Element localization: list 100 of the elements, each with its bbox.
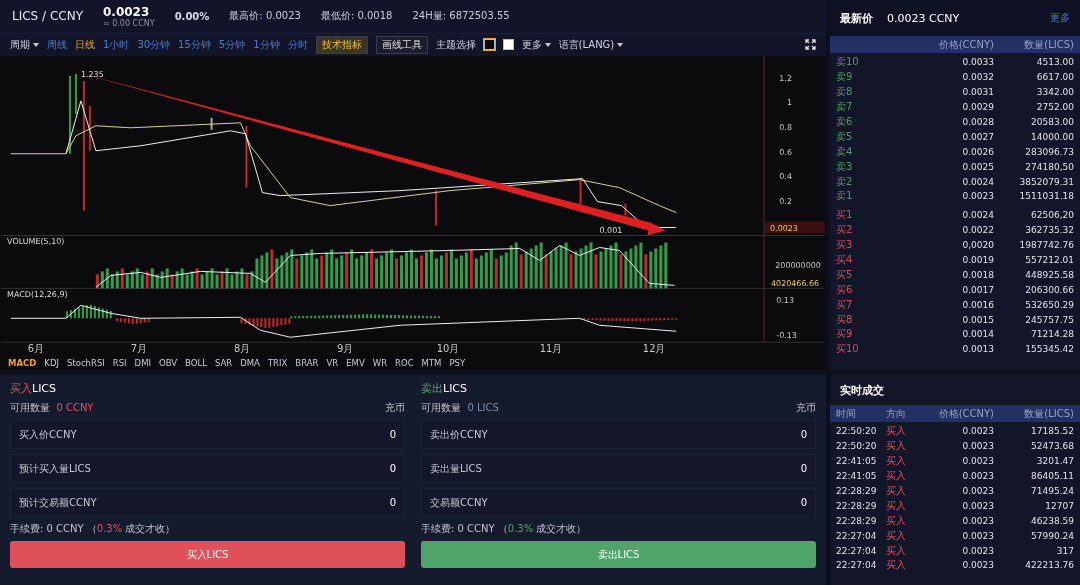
order-price: 0.0017 xyxy=(961,284,994,295)
market-stat: 最低价: 0.0018 xyxy=(320,9,393,24)
period-tab[interactable]: 1小时 xyxy=(103,37,130,52)
indicator-tab[interactable]: BRAR xyxy=(295,357,319,368)
order-level: 卖4 xyxy=(836,144,854,159)
period-tab[interactable]: 30分钟 xyxy=(137,37,171,52)
trade-price: 0.0023 xyxy=(961,456,994,467)
trade-price: 0.0023 xyxy=(961,471,994,482)
trading-pair: LICS / CCNY xyxy=(12,9,83,24)
language-dropdown[interactable]: 语言(LANG) xyxy=(558,37,615,52)
trade-price: 0.0023 xyxy=(961,560,994,571)
month-label: 7月 xyxy=(130,343,148,355)
fee-note: 手续费: 0 CCNY （0.3% 成交才收） xyxy=(10,522,177,536)
indicator-tab[interactable]: WR xyxy=(372,357,388,368)
indicator-tab[interactable]: StochRSI xyxy=(67,357,105,368)
trade-time: 22:50:20 xyxy=(836,441,878,452)
trade-side: 买入 xyxy=(886,513,907,528)
caret-icon xyxy=(544,42,551,47)
trade-side: 买入 xyxy=(886,484,907,498)
indicator-tab[interactable]: RSI xyxy=(112,357,127,368)
fullscreen-icon[interactable] xyxy=(805,39,816,51)
column-header: 时间 xyxy=(836,406,857,421)
order-level: 买2 xyxy=(836,223,854,238)
trade-amount: 71495.24 xyxy=(1030,486,1074,496)
indicator-tab[interactable]: EMV xyxy=(346,357,365,368)
tool-button[interactable]: 画线工具 xyxy=(375,35,428,54)
period-tab[interactable]: 周线 xyxy=(47,37,67,52)
period-tab[interactable]: 5分钟 xyxy=(218,37,246,52)
amount-field[interactable]: 预计交易额CCNY 0 xyxy=(10,488,405,517)
indicator-tab[interactable]: MTM xyxy=(421,357,442,368)
order-level: 买10 xyxy=(836,342,860,357)
period-dropdown[interactable]: 周期 xyxy=(10,37,30,52)
indicator-tab[interactable]: OBV xyxy=(159,357,178,368)
order-amount: 1987742.76 xyxy=(1018,240,1074,251)
indicator-tab[interactable]: BOLL xyxy=(185,357,207,368)
deposit-link[interactable]: 充币 xyxy=(796,401,816,415)
indicator-tab[interactable]: DMA xyxy=(240,357,260,368)
order-level: 卖9 xyxy=(836,70,854,85)
order-price: 0.0027 xyxy=(961,131,994,142)
trade-side: 买入 xyxy=(886,528,907,543)
price-axis-label: 1.2 xyxy=(779,73,792,83)
indicator-tab[interactable]: MACD xyxy=(8,357,37,368)
amount-field[interactable]: 预计买入量LICS 0 xyxy=(10,454,405,483)
order-price: 0.0024 xyxy=(961,176,994,187)
trade-side: 买入 xyxy=(886,454,907,469)
macd-axis-label: -0.13 xyxy=(776,331,797,341)
trade-amount: 3201.47 xyxy=(1035,456,1074,467)
period-tab[interactable]: 日线 xyxy=(75,37,95,52)
indicator-tab[interactable]: PSY xyxy=(449,357,466,368)
order-amount: 20583.00 xyxy=(1030,117,1074,127)
order-level: 买1 xyxy=(836,208,854,223)
fee-note: 手续费: 0 CCNY （0.3% 成交才收） xyxy=(421,522,588,536)
more-link[interactable]: 更多 xyxy=(1050,11,1070,25)
price-conversion: ≈ 0.00 CCNY xyxy=(102,18,155,28)
period-tab[interactable]: 15分钟 xyxy=(178,37,211,52)
indicator-tab[interactable]: KDJ xyxy=(44,357,59,368)
order-amount: 4513.00 xyxy=(1035,57,1074,68)
month-label: 11月 xyxy=(539,343,563,355)
indicator-tab[interactable]: DMI xyxy=(134,357,151,368)
volume-title: VOLUME(5,10) xyxy=(7,237,65,247)
month-label: 6月 xyxy=(27,343,45,355)
order-price: 0.0024 xyxy=(961,210,994,221)
period-tab[interactable]: 1分钟 xyxy=(253,37,280,52)
amount-field[interactable]: 交易额CCNY 0 xyxy=(421,488,816,517)
order-amount: 6617.00 xyxy=(1035,72,1074,83)
tool-button[interactable]: 技术指标 xyxy=(315,35,368,54)
order-amount: 1511031.18 xyxy=(1018,191,1074,202)
order-level: 卖7 xyxy=(836,100,854,115)
volume-axis-label: 200000000 xyxy=(775,261,821,271)
order-level: 买9 xyxy=(836,327,854,342)
buy-button[interactable]: 买入LICS xyxy=(10,541,405,568)
amount-field[interactable]: 卖出量LICS 0 xyxy=(421,454,816,483)
amount-field[interactable]: 卖出价CCNY 0 xyxy=(421,420,816,449)
high-price-tag: 1.235 xyxy=(80,69,104,79)
order-price: 0,0020 xyxy=(961,240,994,251)
order-level: 买7 xyxy=(836,297,854,312)
period-tab[interactable]: 分时 xyxy=(287,37,308,52)
indicator-tab[interactable]: SAR xyxy=(214,357,233,368)
candle xyxy=(210,117,213,130)
volume-last-label: 4020466.66 xyxy=(771,279,820,289)
indicator-tab[interactable]: ROC xyxy=(395,357,414,368)
trade-time: 22:27:04 xyxy=(836,530,878,541)
order-price: 0.0029 xyxy=(961,102,994,113)
indicator-tab[interactable]: TRIX xyxy=(267,357,288,368)
column-header: 方向 xyxy=(886,406,907,421)
order-level: 卖3 xyxy=(836,159,854,174)
macd-axis-label: 0.13 xyxy=(776,296,794,306)
column-header: 数量(LICS) xyxy=(1023,37,1074,52)
theme-swatch[interactable] xyxy=(502,39,514,51)
order-level: 买3 xyxy=(836,238,854,253)
order-level: 卖10 xyxy=(836,55,860,70)
trade-amount: 46238.59 xyxy=(1030,515,1074,526)
indicator-tab[interactable]: VR xyxy=(326,357,339,368)
order-price: 0.0028 xyxy=(961,117,994,127)
more-dropdown[interactable]: 更多 xyxy=(521,37,542,52)
deposit-link[interactable]: 充币 xyxy=(385,401,405,415)
order-book-title: 最新价 xyxy=(840,10,873,26)
theme-swatch[interactable] xyxy=(483,39,495,51)
amount-field[interactable]: 买入价CCNY 0 xyxy=(10,420,405,449)
trade-side: 买入 xyxy=(886,439,907,454)
